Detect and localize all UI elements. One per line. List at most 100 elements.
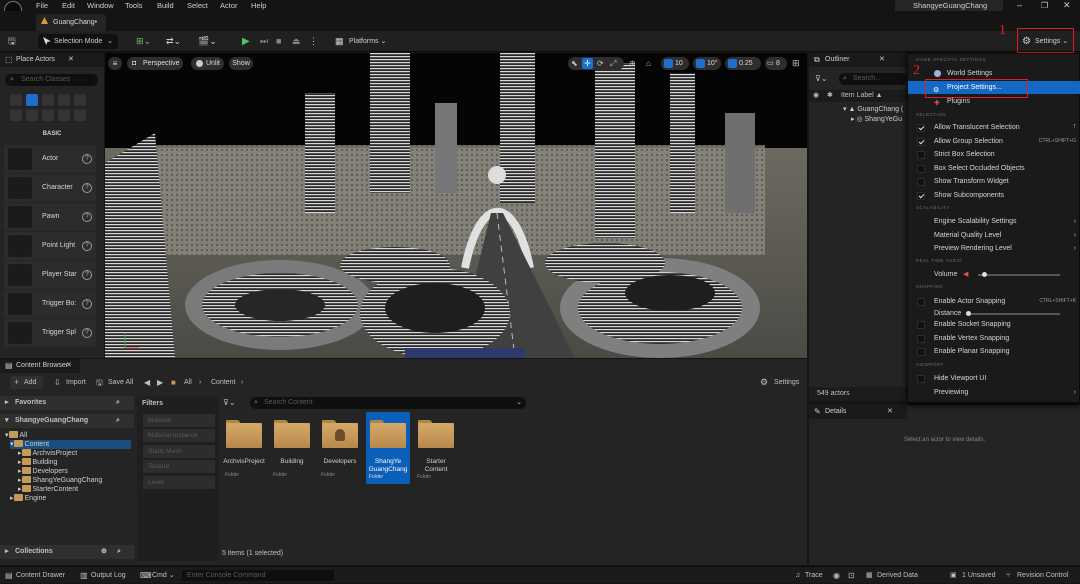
- menu-item-enable-vertex-snapping[interactable]: Enable Vertex Snapping: [908, 332, 1080, 345]
- distance-slider[interactable]: [966, 311, 1060, 316]
- filter-static-mesh[interactable]: Static Mesh: [143, 445, 215, 458]
- search-content-input[interactable]: ⌕ Search Content ⌄: [250, 397, 526, 409]
- restore-icon[interactable]: ❐: [1041, 0, 1048, 11]
- slider-handle[interactable]: [981, 272, 987, 277]
- actor-item-character[interactable]: Character?: [4, 174, 96, 202]
- menu-item-preview-rendering[interactable]: Preview Rendering Level ›: [908, 242, 1080, 255]
- filter-icon[interactable]: ⊽⌄: [223, 398, 236, 407]
- derived-data-button[interactable]: ▦ Derived Data: [866, 567, 918, 584]
- tree-item-shangyeguangchang[interactable]: ▸ ShangYeGuangChang: [18, 476, 102, 485]
- content-settings-button[interactable]: ⚙ Settings: [760, 376, 799, 389]
- geometry-category-icon[interactable]: [26, 109, 38, 121]
- checkbox-unchecked[interactable]: [917, 165, 925, 173]
- folder-building[interactable]: Building Folder: [270, 412, 314, 484]
- menu-item-material-quality[interactable]: Material Quality Level ›: [908, 229, 1080, 242]
- folder-developers[interactable]: Developers Folder: [318, 412, 362, 484]
- checkbox-checked[interactable]: [917, 192, 925, 200]
- viewport-menu-icon[interactable]: ≡: [108, 57, 122, 70]
- checkbox-unchecked[interactable]: [917, 375, 925, 383]
- menu-item-show-subcomponents[interactable]: Show Subcomponents: [908, 189, 1080, 202]
- import-button[interactable]: ⇩ Import: [54, 376, 86, 389]
- show-button[interactable]: Show: [229, 57, 253, 70]
- menu-tools[interactable]: Tools: [125, 0, 143, 11]
- maximize-viewport-icon[interactable]: ⊞: [792, 57, 800, 70]
- menu-window[interactable]: Window: [87, 0, 114, 11]
- outliner-search-input[interactable]: ⌕ Search...: [839, 73, 907, 85]
- perspective-button[interactable]: ◘ Perspective: [127, 57, 183, 70]
- console-command-input[interactable]: Enter Console Command: [182, 570, 334, 581]
- chevron-down-icon[interactable]: ⌄: [516, 397, 522, 409]
- trace-button[interactable]: ♫ Trace: [795, 567, 823, 584]
- menu-actor[interactable]: Actor: [220, 0, 238, 11]
- add-actor-icon[interactable]: ⊞⌄: [136, 34, 156, 49]
- menu-item-plugins[interactable]: ✚ Plugins: [908, 95, 1080, 108]
- checkbox-unchecked[interactable]: [917, 298, 925, 306]
- cmd-dropdown[interactable]: ⌨ Cmd ⌄: [140, 567, 175, 584]
- help-icon[interactable]: ?: [82, 299, 92, 309]
- level-viewport[interactable]: ≡ ◘ Perspective Unlit Show ⬉ ✛ ⟳ ⤢ ⊕ ⌂ 1…: [105, 53, 807, 358]
- actor-item-pawn[interactable]: Pawn?: [4, 203, 96, 231]
- checkbox-unchecked[interactable]: [917, 151, 925, 159]
- forward-icon[interactable]: ▶: [157, 376, 163, 389]
- world-local-icon[interactable]: ⊕: [629, 57, 639, 70]
- tree-item-engine[interactable]: ▸ Engine: [10, 494, 46, 503]
- basic-category-icon[interactable]: [26, 94, 38, 106]
- search-icon[interactable]: ⌕: [116, 414, 120, 428]
- add-collection-icon[interactable]: ⊕: [101, 545, 107, 559]
- help-icon[interactable]: ?: [82, 328, 92, 338]
- checkbox-unchecked[interactable]: [917, 335, 925, 343]
- menu-item-enable-planar-snapping[interactable]: Enable Planar Snapping: [908, 345, 1080, 358]
- tree-item-all[interactable]: ▾ All: [5, 431, 27, 440]
- content-browser-tab[interactable]: ▤ Content Browser ✕: [0, 359, 80, 373]
- actor-item-trigger-sphere[interactable]: Trigger Spl?: [4, 319, 96, 347]
- menu-file[interactable]: File: [36, 0, 48, 11]
- menu-item-engine-scalability[interactable]: Engine Scalability Settings ›: [908, 215, 1080, 228]
- close-icon[interactable]: ✕: [1063, 0, 1071, 11]
- rotation-snap-toggle[interactable]: 10°: [693, 57, 721, 70]
- slider-handle[interactable]: [966, 311, 971, 316]
- menu-item-strict-box-selection[interactable]: Strict Box Selection: [908, 148, 1080, 161]
- menu-item-hide-viewport-ui[interactable]: Hide Viewport UI: [908, 372, 1080, 385]
- actor-item-player-start[interactable]: Player Star?: [4, 261, 96, 289]
- filter-icon[interactable]: ⊽⌄: [815, 74, 828, 83]
- menu-edit[interactable]: Edit: [62, 0, 75, 11]
- menu-item-enable-socket-snapping[interactable]: Enable Socket Snapping: [908, 318, 1080, 331]
- menu-select[interactable]: Select: [187, 0, 208, 11]
- snapshot-icon[interactable]: ⊡: [848, 567, 855, 584]
- checkbox-checked[interactable]: [917, 138, 925, 146]
- select-tool-icon[interactable]: ⬉: [571, 57, 578, 70]
- close-icon[interactable]: ✕: [887, 405, 893, 419]
- record-icon[interactable]: ◉: [833, 567, 840, 584]
- view-mode-button[interactable]: Unlit: [191, 57, 224, 70]
- shapes-category-icon[interactable]: [58, 94, 70, 106]
- checkbox-checked[interactable]: [917, 124, 925, 132]
- project-section[interactable]: ▾ ShangyeGuangChang ⌕: [0, 414, 134, 428]
- tree-item-startercontent[interactable]: ▸ StarterContent: [18, 485, 78, 494]
- output-log-button[interactable]: ▥ Output Log: [80, 567, 126, 584]
- help-icon[interactable]: ?: [82, 154, 92, 164]
- move-tool-icon[interactable]: ✛: [582, 58, 593, 69]
- help-icon[interactable]: ?: [82, 183, 92, 193]
- menu-item-previewing[interactable]: Previewing ›: [908, 386, 1080, 399]
- all-classes-category-icon[interactable]: [58, 109, 70, 121]
- filter-texture[interactable]: Texture: [143, 460, 215, 473]
- folder-shangyeguangchang[interactable]: ShangYe GuangChang Folder: [366, 412, 410, 484]
- checkbox-unchecked[interactable]: [917, 348, 925, 356]
- checkbox-unchecked[interactable]: [917, 321, 925, 329]
- help-icon[interactable]: ?: [82, 212, 92, 222]
- save-icon[interactable]: 🖫: [8, 34, 20, 49]
- revision-control-button[interactable]: ⑂ Revision Control: [1006, 567, 1068, 584]
- selection-mode-dropdown[interactable]: Selection Mode ⌄: [38, 34, 118, 49]
- help-icon[interactable]: ?: [82, 241, 92, 251]
- minimize-icon[interactable]: –: [1017, 0, 1022, 11]
- collections-section[interactable]: ▸ Collections ⊕ ⌕: [0, 545, 134, 559]
- more-category-icon[interactable]: [74, 109, 86, 121]
- add-button[interactable]: + Add: [10, 376, 43, 389]
- outliner-row[interactable]: ▸ ◎ ShangYeGu: [851, 115, 902, 124]
- actor-item-point-light[interactable]: Point Light?: [4, 232, 96, 260]
- scale-snap-toggle[interactable]: 0.25: [725, 57, 761, 70]
- outliner-row[interactable]: ▾ ▲ GuangChang (: [843, 105, 903, 114]
- cinematics-icon[interactable]: 🎬⌄: [198, 34, 220, 49]
- content-drawer-button[interactable]: ▤ Content Drawer: [5, 567, 65, 584]
- checkbox-unchecked[interactable]: [917, 178, 925, 186]
